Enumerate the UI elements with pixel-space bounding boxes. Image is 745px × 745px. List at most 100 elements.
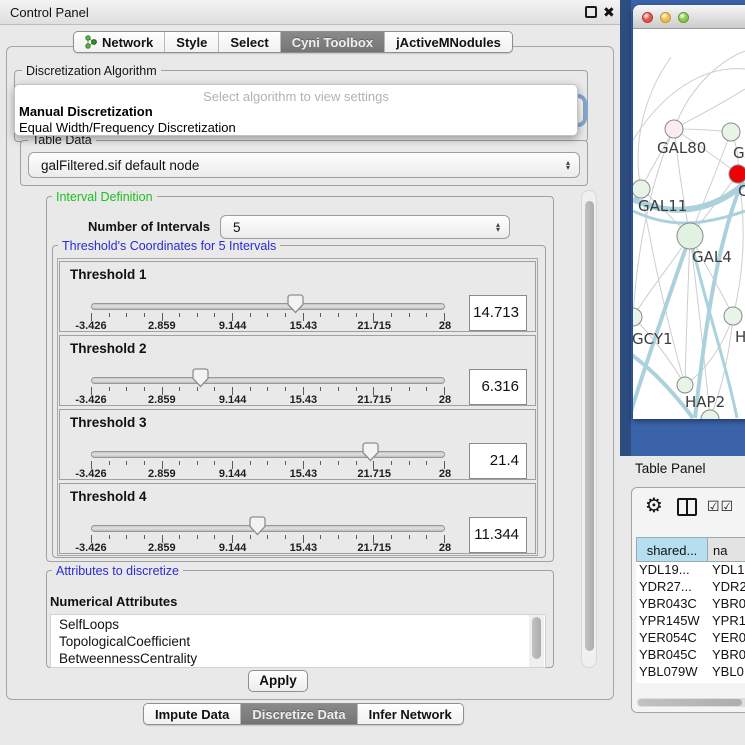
slider-tick-label: -3.426 [75, 320, 106, 332]
network-edge[interactable] [685, 236, 690, 385]
slider-thumb[interactable] [362, 442, 379, 462]
network-node-gcy1[interactable] [633, 308, 642, 326]
checkbox-icons[interactable]: ☑☑ [707, 499, 734, 515]
cell-shared-name[interactable]: YBR045C [639, 647, 707, 662]
network-window-titlebar [633, 5, 745, 29]
network-node[interactable] [701, 410, 719, 419]
split-columns-icon[interactable] [677, 498, 697, 516]
cell-shared-name[interactable]: YDR27... [639, 579, 707, 594]
popup-item-manual-discretization[interactable]: Manual Discretization [19, 104, 153, 119]
table-row[interactable]: YLR345W YLR3 [636, 681, 745, 683]
cell-name[interactable]: YBR0 [712, 596, 745, 611]
attribute-item-topologicalcoefficient[interactable]: TopologicalCoefficient [59, 634, 190, 649]
table-row[interactable]: YDR27... YDR2 [636, 579, 745, 596]
attribute-item-betweennesscentrality[interactable]: BetweennessCentrality [59, 651, 197, 666]
tab-network[interactable]: Network [74, 32, 165, 52]
tab-jactivemnodules[interactable]: jActiveMNodules [385, 32, 512, 52]
slider-tick-label: 9.144 [219, 394, 247, 406]
network-node-gal11[interactable] [633, 180, 650, 198]
tab-discretize-data[interactable]: Discretize Data [241, 704, 357, 724]
attribute-item-selfloops[interactable]: SelfLoops [59, 617, 119, 632]
cell-name[interactable]: YDL1 [712, 562, 745, 577]
network-node-gal4[interactable] [677, 223, 703, 249]
cell-shared-name[interactable]: YER054C [639, 630, 707, 645]
float-window-icon[interactable] [585, 6, 597, 18]
table-row[interactable]: YBR043C YBR0 [636, 596, 745, 613]
panel-vertical-scrollbar[interactable] [581, 190, 597, 668]
table-row[interactable]: YPR145W YPR1 [636, 613, 745, 630]
numerical-attributes-list[interactable]: SelfLoops TopologicalCoefficient Betweenne… [50, 614, 546, 668]
slider-tick-label: 2.859 [148, 468, 176, 480]
tab-cyni-toolbox[interactable]: Cyni Toolbox [281, 32, 385, 52]
cell-name[interactable]: YPR1 [712, 613, 745, 628]
threshold-value-field[interactable]: 6.316 [469, 369, 527, 405]
network-node-h[interactable] [724, 307, 742, 325]
slider-tick-label: 9.144 [219, 468, 247, 480]
popup-item-equal-width-frequency[interactable]: Equal Width/Frequency Discretization [19, 120, 236, 135]
cell-shared-name[interactable]: YDL19... [639, 562, 707, 577]
number-of-intervals-combobox[interactable]: 5 ▴▾ [220, 215, 510, 239]
node-label: C [738, 182, 745, 200]
interval-definition-title: Interval Definition [52, 190, 157, 204]
tab-impute-data[interactable]: Impute Data [144, 704, 241, 724]
cell-name[interactable]: YDR2 [712, 579, 745, 594]
traffic-light-close[interactable] [642, 12, 653, 23]
slider-thumb[interactable] [249, 516, 266, 536]
slider-thumb[interactable] [287, 294, 304, 314]
slider-tick-label: 9.144 [219, 542, 247, 554]
table-data-combobox[interactable]: galFiltered.sif default node ▴▾ [28, 152, 580, 178]
scrollbar-thumb[interactable] [638, 699, 742, 706]
network-edge[interactable] [674, 51, 745, 129]
column-header-shared[interactable]: shared... [636, 537, 708, 562]
network-node-ga[interactable] [722, 123, 740, 141]
cell-shared-name[interactable]: YPR145W [639, 613, 707, 628]
apply-button[interactable]: Apply [248, 670, 308, 692]
gear-icon[interactable]: ⚙ [645, 493, 663, 517]
slider-thumb[interactable] [192, 368, 209, 388]
tab-select[interactable]: Select [219, 32, 280, 52]
cell-shared-name[interactable]: YBL079W [639, 664, 707, 679]
network-icon [85, 35, 97, 49]
table-row[interactable]: YBL079W YBL0 [636, 664, 745, 681]
scrollbar-thumb[interactable] [532, 617, 541, 659]
traffic-light-zoom[interactable] [678, 12, 689, 23]
slider-track[interactable] [91, 525, 445, 532]
traffic-light-minimize[interactable] [660, 12, 671, 23]
popup-placeholder-item[interactable]: Select algorithm to view settings [15, 89, 577, 104]
table-horizontal-scrollbar[interactable] [637, 698, 745, 707]
cell-name[interactable]: YLR3 [712, 681, 745, 683]
network-node-gal80[interactable] [665, 120, 683, 138]
close-icon[interactable]: ✖ [603, 3, 615, 22]
table-row[interactable]: YER054C YER0 [636, 630, 745, 647]
cell-name[interactable]: YBR0 [712, 647, 745, 662]
network-window: GAL80GACGAL11GAL4GCY1HHAP2 [633, 5, 745, 419]
threshold-value-field[interactable]: 14.713 [469, 295, 527, 331]
table-row[interactable]: YDL19... YDL1 [636, 562, 745, 579]
slider-track[interactable] [91, 303, 445, 310]
slider-track[interactable] [91, 451, 445, 458]
tab-style[interactable]: Style [165, 32, 219, 52]
scrollbar-thumb[interactable] [585, 201, 594, 651]
column-header-name[interactable]: na [707, 537, 745, 562]
threshold-label: Threshold 1 [70, 267, 147, 282]
cell-shared-name[interactable]: YLR345W [639, 681, 707, 683]
table-rows: YDL19... YDL1 YDR27... YDR2 YBR043C YBR0 YPR14… [636, 562, 745, 683]
slider-tick-label: 28 [439, 320, 451, 332]
node-label: GCY1 [633, 330, 673, 348]
cell-name[interactable]: YER0 [712, 630, 745, 645]
network-node-c[interactable] [729, 165, 745, 183]
list-vertical-scrollbar[interactable] [529, 615, 544, 668]
slider-track[interactable] [91, 377, 445, 384]
network-node-hap2[interactable] [677, 377, 693, 393]
network-edge[interactable] [674, 89, 745, 129]
cell-name[interactable]: YBL0 [712, 664, 745, 679]
network-edge[interactable] [638, 57, 671, 189]
network-edge[interactable] [641, 129, 674, 189]
threshold-value-field[interactable]: 11.344 [469, 517, 527, 553]
threshold-value-field[interactable]: 21.4 [469, 443, 527, 479]
table-row[interactable]: YBR045C YBR0 [636, 647, 745, 664]
network-edge[interactable] [633, 236, 690, 317]
network-canvas[interactable]: GAL80GACGAL11GAL4GCY1HHAP2 [633, 29, 745, 419]
cell-shared-name[interactable]: YBR043C [639, 596, 707, 611]
tab-infer-network[interactable]: Infer Network [358, 704, 463, 724]
